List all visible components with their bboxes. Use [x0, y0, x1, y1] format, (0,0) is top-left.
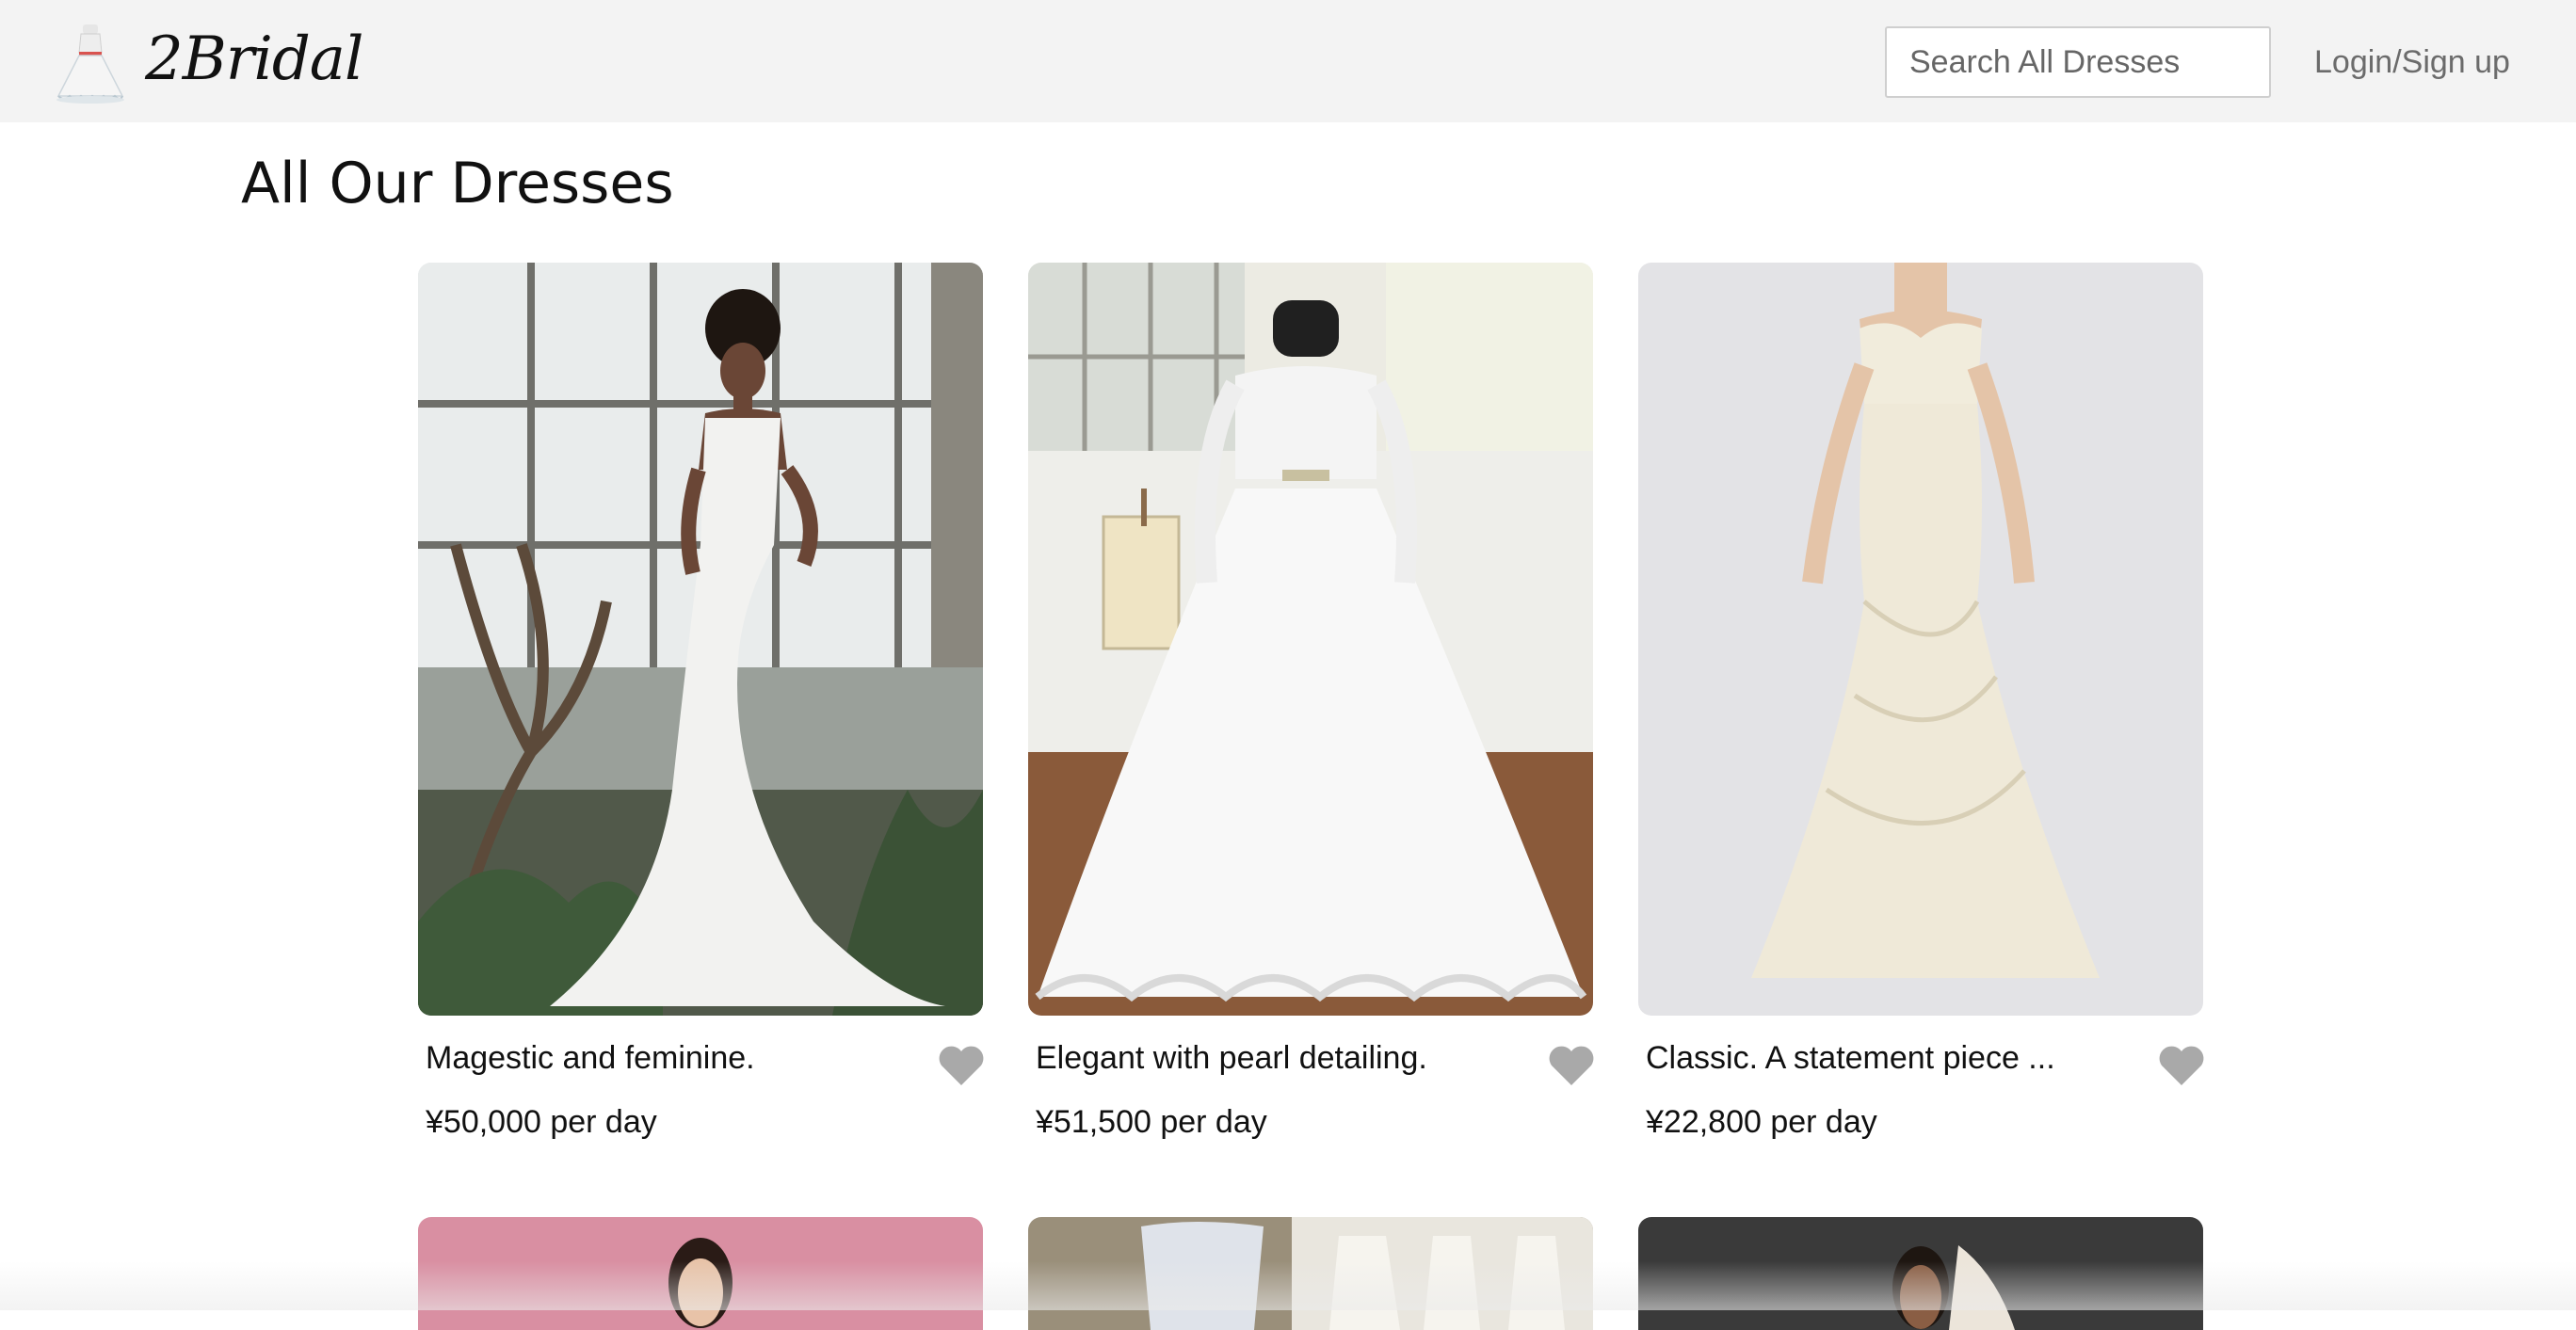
- dress-photo[interactable]: [1638, 1217, 2203, 1330]
- dress-name[interactable]: Classic. A statement piece ...: [1646, 1040, 2055, 1077]
- dress-photo[interactable]: [1028, 263, 1593, 1016]
- top-navbar: 2Bridal Login/Sign up: [0, 0, 2576, 122]
- dress-card[interactable]: Classic. A statement piece ... ¥22,800 p…: [1638, 263, 2204, 1140]
- heart-icon[interactable]: [938, 1044, 985, 1087]
- dress-icon: [56, 24, 124, 104]
- login-signup-link[interactable]: Login/Sign up: [2314, 38, 2510, 87]
- dress-price: ¥22,800 per day: [1646, 1104, 1877, 1140]
- dress-card[interactable]: Elegant with pearl detailing. ¥51,500 pe…: [1028, 263, 1594, 1140]
- dress-price: ¥50,000 per day: [426, 1104, 657, 1140]
- dress-photo[interactable]: [1638, 263, 2203, 1016]
- brand-logo[interactable]: 2Bridal: [53, 21, 363, 105]
- heart-icon[interactable]: [2158, 1044, 2205, 1087]
- search-input[interactable]: [1885, 26, 2271, 98]
- brand-name: 2Bridal: [145, 24, 363, 94]
- dress-card[interactable]: [1638, 1217, 2203, 1330]
- dress-card[interactable]: [418, 1217, 983, 1330]
- dress-photo[interactable]: [1028, 1217, 1593, 1330]
- page-title: All Our Dresses: [241, 151, 674, 216]
- dress-card[interactable]: [1028, 1217, 1593, 1330]
- dress-photo[interactable]: [418, 263, 983, 1016]
- heart-icon[interactable]: [1548, 1044, 1595, 1087]
- dress-price: ¥51,500 per day: [1036, 1104, 1267, 1140]
- dress-photo[interactable]: [418, 1217, 983, 1330]
- dress-card[interactable]: Magestic and feminine. ¥50,000 per day: [418, 263, 984, 1140]
- dress-name[interactable]: Elegant with pearl detailing.: [1036, 1040, 1427, 1077]
- dress-name[interactable]: Magestic and feminine.: [426, 1040, 755, 1077]
